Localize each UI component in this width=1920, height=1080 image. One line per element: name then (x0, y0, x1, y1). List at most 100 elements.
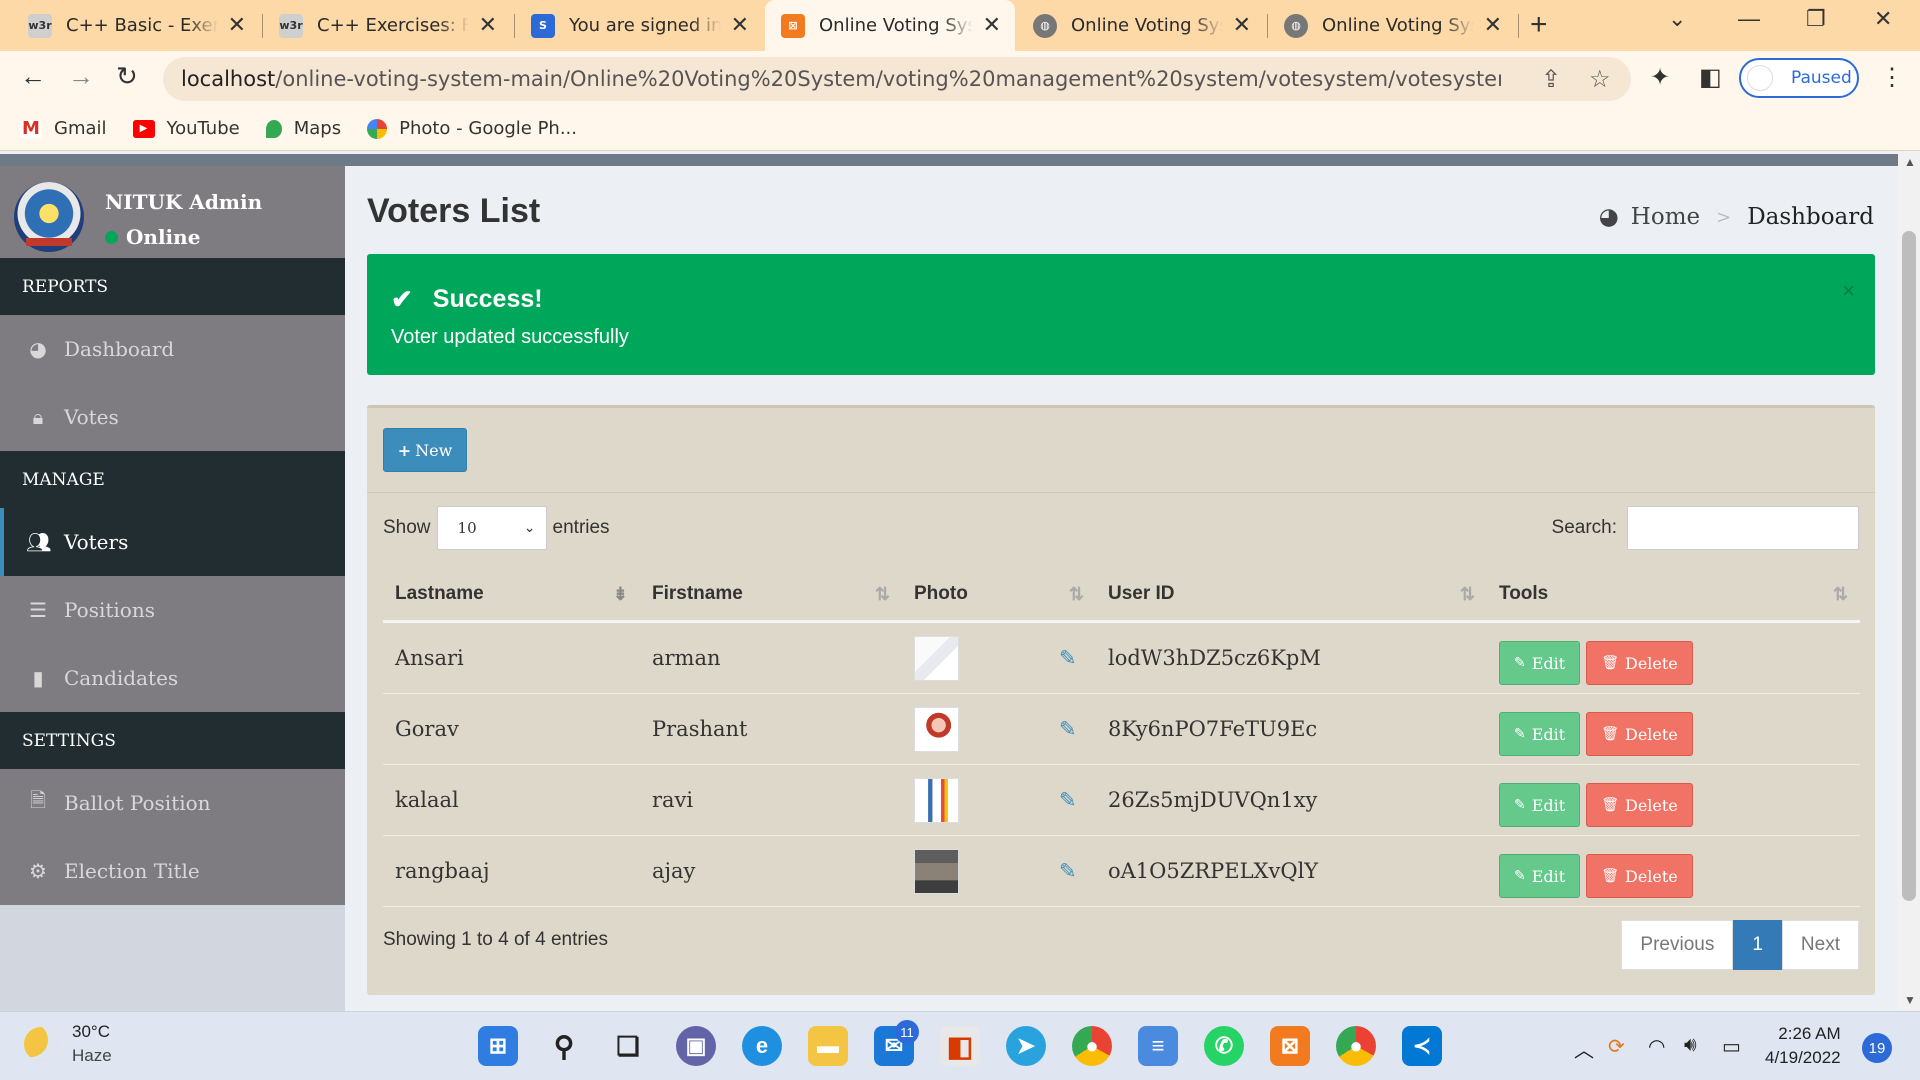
sidebar-item-label: Voters (64, 530, 129, 554)
close-window-icon[interactable]: ✕ (1874, 6, 1892, 32)
close-tab-icon[interactable]: ✕ (731, 13, 749, 38)
bookmark-youtube[interactable]: ▶ YouTube (132, 118, 240, 139)
profile-paused-button[interactable]: Paused (1739, 58, 1859, 98)
edit-button[interactable]: ✎ Edit (1499, 712, 1581, 756)
breadcrumb-home[interactable]: Home (1631, 204, 1700, 230)
mail-badge: 11 (895, 1020, 919, 1044)
column-header-lastname[interactable]: Lastname ⇟ (383, 568, 640, 623)
browser-tab[interactable]: ◍ Online Voting Syste ✕ (1017, 0, 1265, 51)
weather-widget[interactable]: 30°C Haze (24, 1022, 112, 1066)
sync-icon[interactable]: ⟳ (1608, 1034, 1625, 1059)
edit-photo-icon[interactable]: ✎ (1059, 859, 1077, 883)
chrome-icon[interactable]: ● (1072, 1026, 1112, 1066)
teams-chat-icon[interactable]: ▣ (676, 1026, 716, 1066)
browser-tab-active[interactable]: ⊠ Online Voting Syste ✕ (765, 0, 1015, 51)
close-tab-icon[interactable]: ✕ (983, 13, 1001, 38)
page-length-control: Show 10 ⌄ entries (383, 506, 610, 550)
sidebar-item-candidates[interactable]: ▮ Candidates (0, 644, 345, 712)
back-arrow-icon[interactable]: ← (20, 61, 46, 92)
kebab-menu-icon[interactable]: ⋮ (1880, 63, 1904, 92)
close-tab-icon[interactable]: ✕ (1484, 13, 1502, 38)
edit-button[interactable]: ✎ Edit (1499, 783, 1581, 827)
office-icon[interactable]: ◧ (940, 1026, 980, 1066)
scroll-down-icon[interactable]: ▼ (1904, 993, 1916, 1007)
page-scrollbar[interactable]: ▲ ▼ (1898, 151, 1920, 1011)
edit-button-label: Edit (1531, 795, 1566, 815)
bookmark-star-icon[interactable]: ☆ (1589, 65, 1611, 94)
close-tab-icon[interactable]: ✕ (479, 13, 497, 38)
vscode-icon[interactable]: ≺ (1402, 1026, 1442, 1066)
column-header-user-id[interactable]: User ID ⇅ (1096, 568, 1487, 623)
restore-icon[interactable]: ❐ (1806, 6, 1826, 32)
edit-button[interactable]: ✎ Edit (1499, 641, 1581, 685)
forward-arrow-icon[interactable]: → (68, 61, 94, 92)
whatsapp-icon[interactable]: ✆ (1204, 1026, 1244, 1066)
edit-photo-icon[interactable]: ✎ (1059, 788, 1077, 812)
pagination-page-1[interactable]: 1 (1733, 920, 1782, 970)
delete-button[interactable]: 🗑︎ Delete (1586, 854, 1693, 898)
browser-tab[interactable]: S You are signed in a ✕ (515, 0, 763, 51)
bookmark-google-photos[interactable]: Photo - Google Ph... (367, 118, 577, 139)
task-view-icon[interactable]: ❏ (608, 1026, 648, 1066)
tab-search-chevron-icon[interactable]: ⌄ (1668, 6, 1686, 32)
edit-icon: ✎ (1514, 868, 1526, 884)
delete-button[interactable]: 🗑︎ Delete (1586, 641, 1693, 685)
sidebar-item-ballot-position[interactable]: 🗎︎ Ballot Position (0, 769, 345, 837)
share-icon[interactable]: ⇪ (1541, 65, 1561, 94)
alert-close-icon[interactable]: × (1842, 278, 1855, 304)
new-button-label: New (415, 440, 453, 460)
close-tab-icon[interactable]: ✕ (1233, 13, 1251, 38)
browser-tab[interactable]: ◍ Online Voting Syste ✕ (1268, 0, 1516, 51)
battery-icon[interactable]: ▭ (1722, 1034, 1741, 1059)
browser-tab[interactable]: w3r C++ Basic - Exercis ✕ (12, 0, 260, 51)
notification-badge[interactable]: 19 (1862, 1033, 1892, 1063)
bookmark-maps[interactable]: Maps (265, 118, 341, 139)
system-clock[interactable]: 2:26 AM 4/19/2022 (1765, 1022, 1841, 1070)
table-info: Showing 1 to 4 of 4 entries (383, 929, 608, 950)
chevron-down-icon: ⌄ (523, 520, 536, 536)
edit-photo-icon[interactable]: ✎ (1059, 717, 1077, 741)
sidebar-item-votes[interactable]: 🔒︎ Votes (0, 383, 345, 451)
sidebar-item-dashboard[interactable]: ◕ Dashboard (0, 315, 345, 383)
search-input[interactable] (1627, 506, 1859, 550)
edge-icon[interactable]: e (742, 1026, 782, 1066)
volume-icon[interactable]: 🔊︎ (1684, 1034, 1697, 1057)
tab-title: You are signed in a (569, 15, 721, 36)
sidebar-item-election-title[interactable]: ⚙ Election Title (0, 837, 345, 905)
minimize-icon[interactable]: — (1738, 6, 1760, 32)
pagination-next[interactable]: Next (1781, 920, 1859, 970)
windows-start-icon[interactable]: ⊞ (478, 1026, 518, 1066)
reload-icon[interactable]: ↻ (116, 61, 138, 92)
scroll-up-icon[interactable]: ▲ (1904, 155, 1916, 169)
show-hidden-icons-chevron-icon[interactable]: ︿ (1574, 1034, 1594, 1063)
file-explorer-icon[interactable]: ▬ (808, 1026, 848, 1066)
extensions-puzzle-icon[interactable]: ✦ (1650, 63, 1670, 92)
bookmark-label: YouTube (166, 118, 240, 139)
telegram-icon[interactable]: ➤ (1006, 1026, 1046, 1066)
address-bar[interactable]: i localhost/online-voting-system-main/On… (163, 57, 1631, 598)
edit-photo-icon[interactable]: ✎ (1059, 646, 1077, 670)
url-path: /online-voting-system-main/Online%20Voti… (275, 67, 1501, 91)
xampp-icon[interactable]: ⊠ (1270, 1026, 1310, 1066)
chrome-active-icon[interactable]: ● (1336, 1026, 1376, 1066)
sidebar-item-voters[interactable]: 👥︎ Voters (0, 508, 345, 576)
side-panel-icon[interactable]: ◧ (1699, 63, 1722, 92)
bookmark-gmail[interactable]: M Gmail (20, 118, 107, 139)
edit-button[interactable]: ✎ Edit (1499, 854, 1581, 898)
new-tab-icon[interactable]: + (1530, 8, 1548, 42)
sidebar-item-positions[interactable]: ☰ Positions (0, 576, 345, 644)
wifi-icon[interactable]: ◠ (1648, 1034, 1665, 1059)
scrollbar-thumb[interactable] (1902, 231, 1916, 901)
delete-button[interactable]: 🗑︎ Delete (1586, 783, 1693, 827)
pagination-previous[interactable]: Previous (1621, 920, 1734, 970)
column-header-photo[interactable]: Photo ⇅ (902, 568, 1096, 623)
notepad-icon[interactable]: ≡ (1138, 1026, 1178, 1066)
page-length-select[interactable]: 10 ⌄ (436, 506, 547, 550)
column-header-tools[interactable]: Tools ⇅ (1487, 568, 1860, 623)
delete-button[interactable]: 🗑︎ Delete (1586, 712, 1693, 756)
column-header-firstname[interactable]: Firstname ⇅ (640, 568, 902, 623)
browser-tab[interactable]: w3r C++ Exercises: Find ✕ (263, 0, 511, 51)
close-tab-icon[interactable]: ✕ (228, 13, 246, 38)
new-voter-button[interactable]: + New (383, 428, 467, 472)
search-icon[interactable]: ⚲ (544, 1026, 584, 1066)
